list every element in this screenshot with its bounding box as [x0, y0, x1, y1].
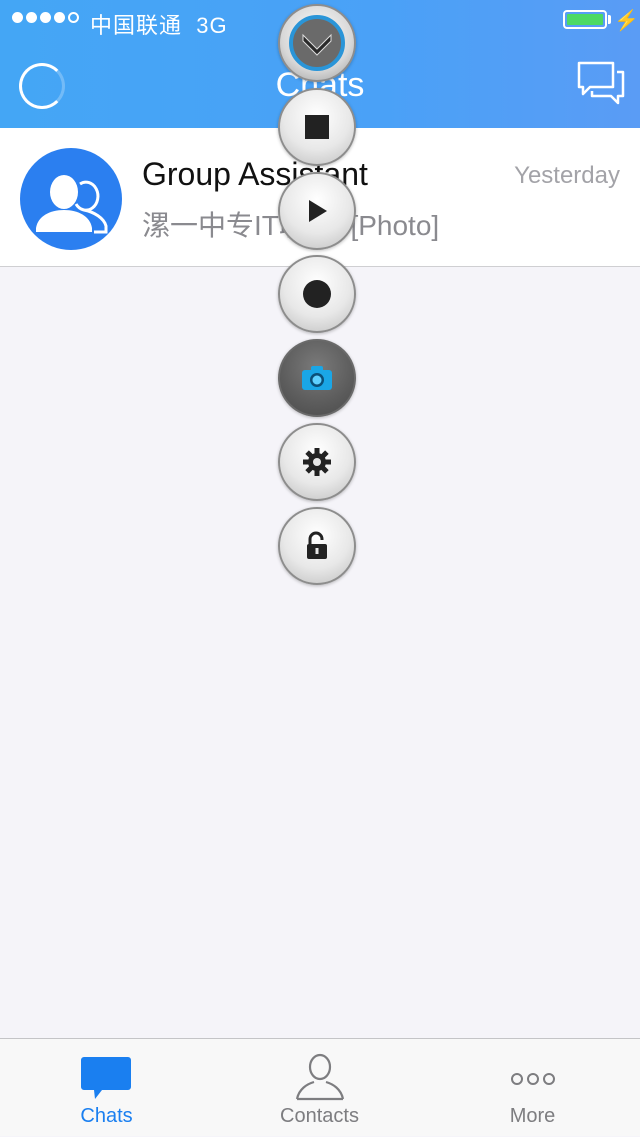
- new-chat-icon[interactable]: [576, 60, 626, 111]
- person-icon: [213, 1051, 426, 1101]
- lock-button[interactable]: [278, 507, 356, 585]
- stop-icon: [305, 115, 329, 139]
- signal-strength-icon: [12, 12, 79, 23]
- record-icon: [303, 280, 331, 308]
- tab-label: Contacts: [280, 1105, 359, 1127]
- network-type: 3G: [196, 13, 228, 38]
- record-button[interactable]: [278, 255, 356, 333]
- stop-button[interactable]: [278, 88, 356, 166]
- tab-label: Chats: [80, 1105, 133, 1127]
- screenshot-button[interactable]: [278, 339, 356, 417]
- battery-icon: [563, 10, 607, 29]
- tab-contacts[interactable]: Contacts: [213, 1039, 426, 1137]
- play-button[interactable]: [278, 172, 356, 250]
- battery-nub: [608, 15, 611, 24]
- settings-button[interactable]: [278, 423, 356, 501]
- carrier-label: 中国联通 3G: [90, 13, 228, 38]
- tab-more[interactable]: More: [426, 1039, 639, 1137]
- gear-icon: [303, 448, 331, 476]
- play-icon: [309, 200, 327, 222]
- chat-bubble-icon: [0, 1051, 213, 1101]
- chevron-down-icon: [289, 15, 345, 71]
- tab-label: More: [509, 1105, 556, 1127]
- chat-timestamp: Yesterday: [514, 162, 620, 189]
- camera-icon: [302, 366, 332, 390]
- more-dots-icon: [426, 1051, 639, 1101]
- charging-icon: ⚡: [614, 10, 639, 32]
- group-avatar-icon: [20, 148, 122, 250]
- tab-bar: Chats Contacts More: [0, 1038, 640, 1136]
- unlock-icon: [307, 531, 327, 559]
- collapse-button[interactable]: [278, 4, 356, 82]
- tab-chats[interactable]: Chats: [0, 1039, 213, 1137]
